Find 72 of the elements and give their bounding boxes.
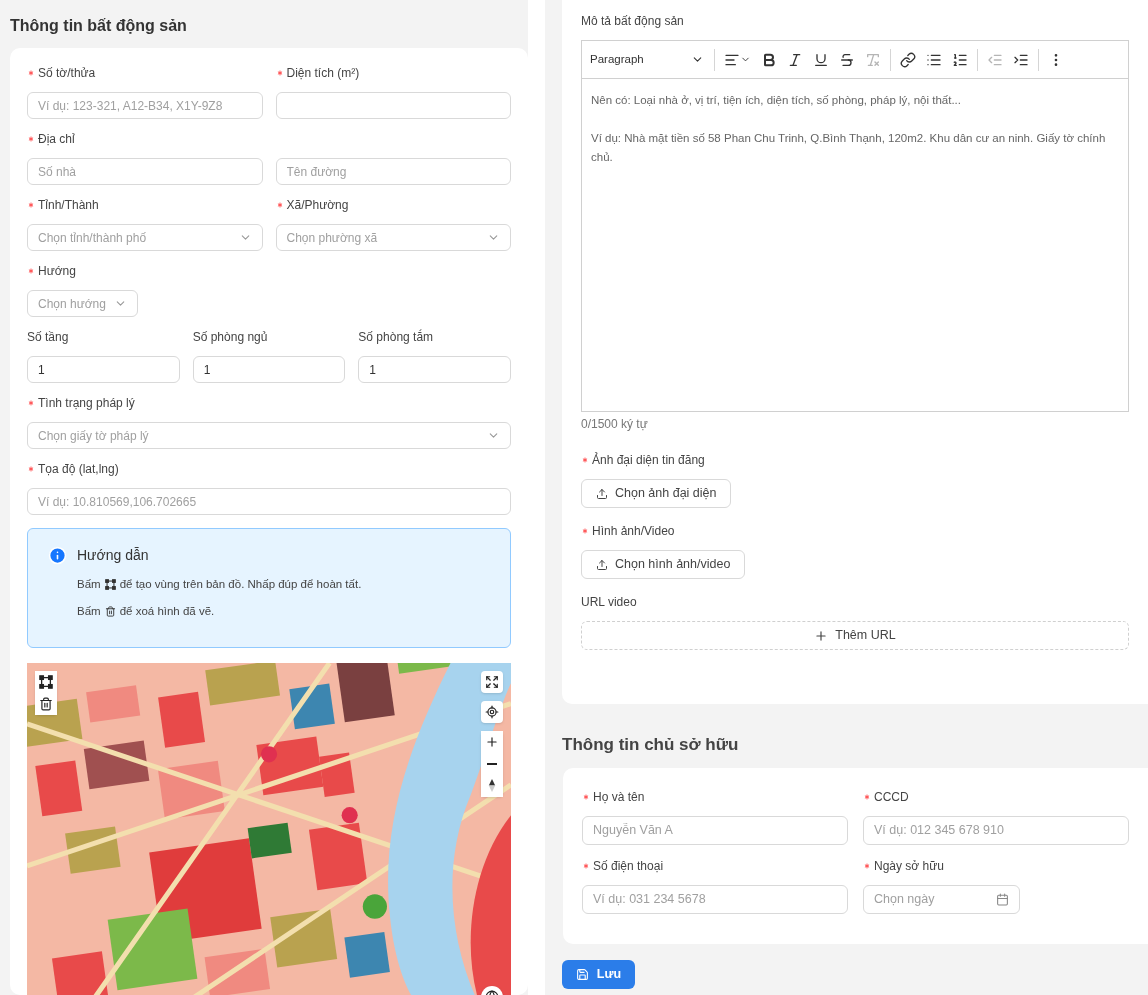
draw-polygon-icon bbox=[39, 674, 53, 689]
input-field[interactable]: Ví dụ: 031 234 5678 bbox=[582, 884, 848, 914]
field-label: Tỉnh/Thành bbox=[38, 197, 99, 214]
save-icon bbox=[575, 967, 589, 981]
minus-icon bbox=[487, 762, 497, 765]
field-label: Số phòng ngủ bbox=[192, 329, 268, 346]
field-label: Số điện thoại bbox=[593, 857, 664, 875]
input-field[interactable] bbox=[275, 92, 511, 119]
section-title: Thông tin bất động sản bbox=[10, 16, 188, 36]
field-label: Diện tích (m²) bbox=[286, 65, 360, 82]
input-field[interactable]: Tên đường bbox=[275, 158, 511, 185]
input-field[interactable]: 1 bbox=[358, 356, 511, 383]
calendar-icon bbox=[996, 892, 1009, 906]
upload-button[interactable]: Chọn ảnh đại diện bbox=[581, 479, 732, 508]
locate-icon bbox=[485, 704, 499, 719]
guide-text: Bấm bbox=[77, 604, 101, 620]
field-label: Tọa độ (lat,lng) bbox=[38, 461, 119, 478]
field-label: Địa chỉ bbox=[38, 131, 75, 148]
paragraph-dropdown[interactable]: Paragraph bbox=[590, 50, 710, 69]
upload-button[interactable]: Chọn hình ảnh/video bbox=[581, 550, 746, 579]
guide-text: để xoá hình đã vẽ. bbox=[119, 604, 215, 620]
zoom-in-button[interactable] bbox=[481, 730, 503, 753]
field-label: Mô tả bất động sản bbox=[581, 13, 685, 30]
compass-button[interactable] bbox=[481, 774, 503, 797]
input-field[interactable]: Ví dụ: 10.810569,106.702665 bbox=[27, 488, 511, 515]
clear-format-icon bbox=[865, 51, 881, 68]
input-field[interactable]: Ví dụ: 123-321, A12-B34, X1Y-9Z8 bbox=[27, 92, 263, 119]
bold-icon bbox=[761, 51, 777, 68]
upload-icon bbox=[596, 558, 608, 571]
plus-icon bbox=[814, 628, 829, 643]
guide-text: Bấm bbox=[77, 577, 101, 592]
fullscreen-button[interactable] bbox=[481, 670, 503, 693]
input-field[interactable]: Số nhà bbox=[27, 158, 263, 185]
guide-text: để tạo vùng trên bản đồ. Nhấp đúp để hoàn tất. bbox=[119, 577, 362, 592]
field-label: Họ và tên bbox=[593, 788, 645, 806]
editor-text-area[interactable]: Nên có: Loại nhà ở, vị trí, tiện ích, diện tích, số phòng, pháp lý, nội thất... Ví dụ: Nhà mặt tiền số 58 Phan Chu Trinh, Q.Bình Thạnh, 120m2. Khu dân cư an ninh. Giấy tờ chính chủ. bbox=[582, 79, 1128, 411]
underline-icon bbox=[813, 51, 829, 68]
trash-icon bbox=[104, 606, 116, 618]
character-counter: 0/1500 ký tự bbox=[581, 416, 649, 433]
field-label: Số tầng bbox=[27, 329, 69, 346]
strikethrough-icon bbox=[839, 51, 855, 68]
input-field[interactable]: 1 bbox=[27, 356, 180, 383]
input-field[interactable]: Ví dụ: 012 345 678 910 bbox=[863, 815, 1129, 845]
draw-polygon-button[interactable] bbox=[35, 670, 57, 693]
section-title: Thông tin chủ sở hữu bbox=[562, 734, 740, 756]
add-url-button[interactable]: Thêm URL bbox=[581, 621, 1129, 650]
italic-icon bbox=[787, 51, 803, 68]
field-label: Số phòng tắm bbox=[358, 328, 434, 346]
compass-icon bbox=[488, 779, 496, 792]
draw-polygon-icon bbox=[104, 579, 116, 591]
save-button[interactable]: Lưu bbox=[562, 959, 635, 989]
info-icon bbox=[48, 546, 67, 565]
numbered-list-icon bbox=[952, 51, 968, 68]
trash-icon bbox=[39, 696, 53, 711]
field-label: Số tờ/thửa bbox=[38, 65, 96, 82]
field-label: Hình ảnh/Video bbox=[592, 523, 675, 540]
field-label: Xã/Phường bbox=[286, 197, 349, 214]
guide-title: Hướng dẫn bbox=[77, 546, 149, 565]
fullscreen-icon bbox=[485, 674, 499, 689]
field-label: Ngày sở hữu bbox=[874, 857, 944, 875]
field-label: URL video bbox=[581, 594, 637, 611]
upload-icon bbox=[596, 487, 608, 500]
input-field[interactable]: 1 bbox=[192, 356, 346, 383]
field-label: Hướng bbox=[38, 263, 76, 280]
link-icon bbox=[900, 51, 916, 68]
field-label: Tình trạng pháp lý bbox=[38, 395, 135, 412]
field-label: CCCD bbox=[874, 788, 909, 806]
locate-button[interactable] bbox=[481, 700, 503, 723]
delete-button[interactable] bbox=[35, 692, 57, 715]
plus-icon bbox=[485, 734, 499, 749]
field-label: Ảnh đại diện tin đăng bbox=[592, 451, 705, 469]
input-field[interactable]: Nguyễn Văn A bbox=[582, 815, 848, 845]
